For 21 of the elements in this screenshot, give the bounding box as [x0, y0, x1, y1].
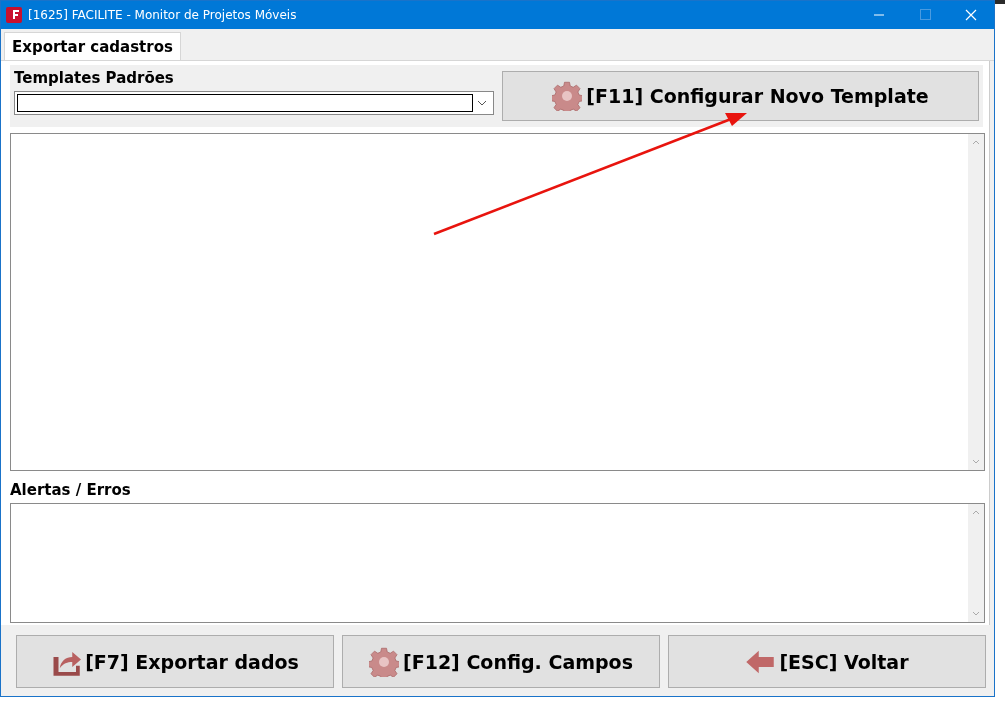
configure-template-button[interactable]: [F11] Configurar Novo Template: [502, 71, 979, 121]
alerts-text-area[interactable]: [10, 503, 985, 623]
app-logo-icon: [6, 7, 22, 23]
template-text-area[interactable]: [10, 133, 985, 471]
action-button[interactable]: [ESC] Voltar: [668, 635, 986, 688]
scrollbar[interactable]: [968, 134, 984, 470]
caret-icon: [477, 100, 487, 106]
templates-label: Templates Padrões: [14, 69, 175, 87]
scroll-down-icon: [972, 459, 980, 464]
window-title: [1625] FACILITE - Monitor de Projetos Móveis: [28, 8, 297, 22]
gear-icon: [369, 646, 399, 677]
gear-icon: [552, 81, 583, 111]
action-button[interactable]: [F7] Exportar dados: [16, 635, 334, 688]
tab[interactable]: Exportar cadastros: [4, 32, 181, 60]
alerts-label: Alertas / Erros: [10, 481, 132, 499]
action-button[interactable]: [F12] Config. Campos: [342, 635, 660, 688]
scrollbar[interactable]: [968, 504, 984, 622]
scroll-up-icon: [972, 510, 980, 515]
scroll-up-icon: [972, 140, 980, 145]
scroll-down-icon: [972, 611, 980, 616]
templates-dropdown[interactable]: [14, 91, 494, 115]
